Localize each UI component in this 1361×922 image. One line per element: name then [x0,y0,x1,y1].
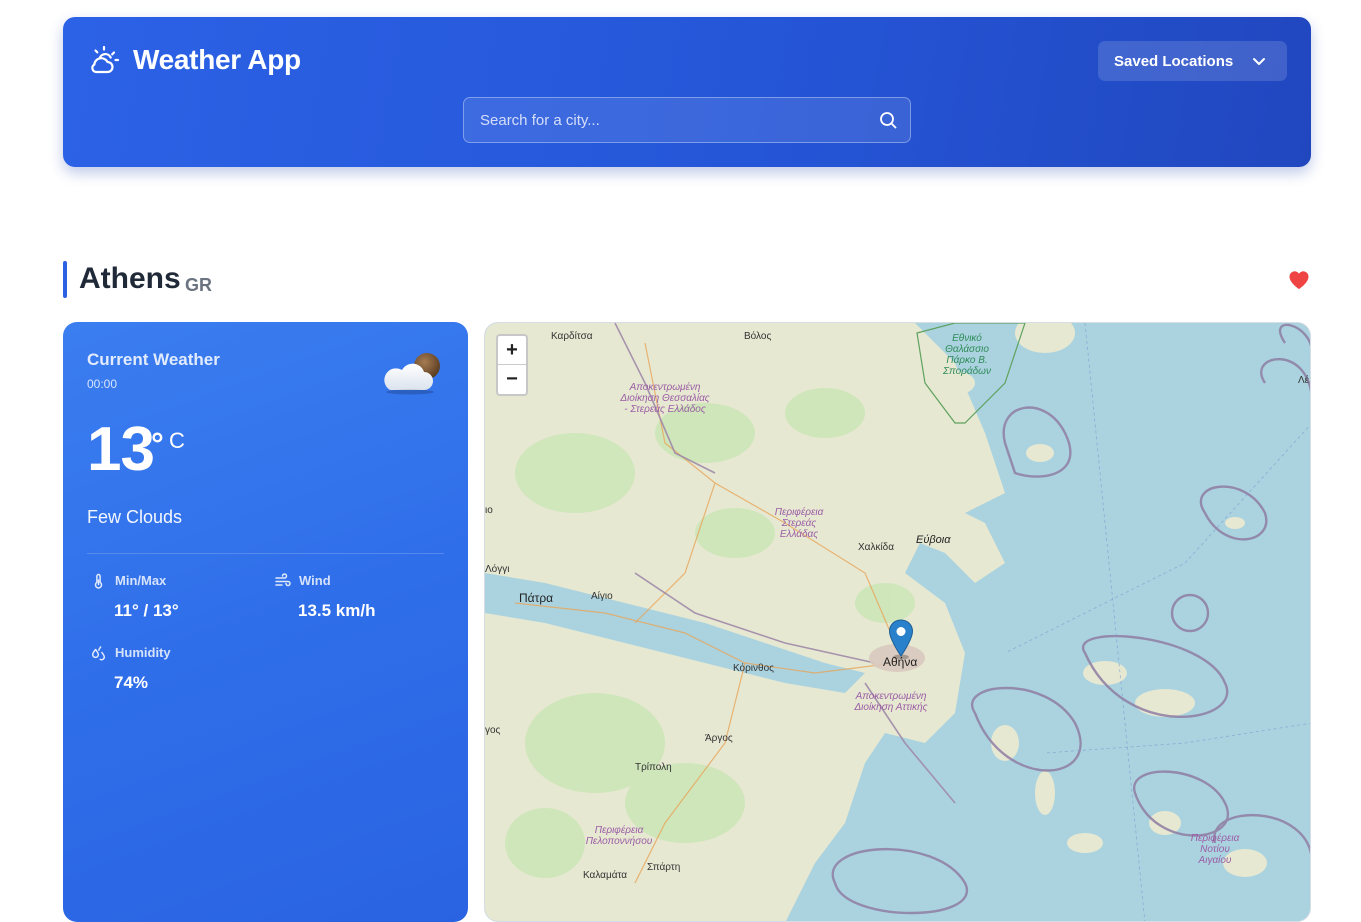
temperature-value: 13 [87,415,155,484]
map-label: Τρίπολη [635,762,672,773]
wind-icon [275,573,291,587]
wind-label: Wind [299,573,331,588]
city-name: Athens [79,262,181,295]
heart-icon[interactable] [1287,268,1311,290]
temperature-unit: C [169,428,185,453]
saved-locations-button[interactable]: Saved Locations [1098,41,1287,81]
brand: Weather App [87,43,301,77]
map-label: Λόγγι [485,564,510,575]
chevron-down-icon [1253,58,1266,65]
search-box [463,97,911,143]
map-label: Περιφέρεια Πελοποννήσου [585,825,653,847]
map-label: Περιφέρεια Στερεάς Ελλάδας [774,507,824,540]
app-title: Weather App [133,44,301,75]
map-label: ιο [485,505,493,516]
current-weather-title: Current Weather [87,350,220,369]
search-icon[interactable] [878,110,898,130]
country-code: GR [185,275,212,295]
map-label: Εθνικό Θαλάσσιο Πάρκο Β. Σποράδων [943,333,991,377]
observation-time: 00:00 [87,377,118,391]
minmax-value: 11° / 13° [114,601,179,620]
weather-description: Few Clouds [87,507,183,527]
location-heading: Athens GR [63,260,1311,300]
minmax-stat: Min/Max 11° / 13° [90,572,179,621]
accent-bar [63,261,67,298]
map-label: Βόλος [744,331,772,342]
thermometer-icon [94,573,103,589]
map-label: Σπάρτη [647,862,681,873]
sun-cloud-icon [91,45,120,74]
map-label: Αποκεντρωμένη Διοίκηση Θεσσαλίας - Στερε… [620,382,710,415]
location-map[interactable]: + − Καρδίτσα Βόλος Αποκεντρωμένη Διοίκησ… [484,322,1311,922]
humidity-label: Humidity [115,645,171,660]
map-label: γος [485,725,501,736]
map-pin-icon[interactable] [888,619,914,659]
map-label: Περιφέρεια Νοτίου Αιγαίου [1190,833,1240,866]
map-label: Αίγιο [591,591,613,602]
zoom-in-button[interactable]: + [498,336,526,365]
wind-stat: Wind 13.5 km/h [274,572,376,621]
droplets-icon [91,646,106,661]
map-label: Εύβοια [916,534,951,546]
zoom-out-button[interactable]: − [498,365,526,394]
current-weather-card: Current Weather 00:00 13 ° C Few Clouds … [63,322,468,922]
humidity-stat: Humidity 74% [90,644,171,693]
map-label: Καλαμάτα [583,870,628,881]
map-label: Χαλκίδα [858,542,895,553]
humidity-value: 74% [114,673,149,692]
map-label: Πάτρα [519,591,554,605]
degree-symbol: ° [151,426,164,462]
zoom-control: + − [496,334,528,396]
map-label: Κόρινθος [733,663,774,674]
minmax-label: Min/Max [115,573,167,588]
app-header: Weather App Saved Locations [63,17,1311,167]
divider [87,553,444,554]
map-label: Άργος [705,733,733,744]
map-label: Καρδίτσα [551,331,593,342]
few-clouds-night-icon [384,353,440,395]
wind-value: 13.5 km/h [298,601,376,620]
map-label: Λέ [1298,375,1310,386]
saved-locations-label: Saved Locations [1114,52,1234,70]
search-input[interactable] [480,111,878,129]
map-label: Αποκεντρωμένη Διοίκηση Αττικής [854,691,928,713]
